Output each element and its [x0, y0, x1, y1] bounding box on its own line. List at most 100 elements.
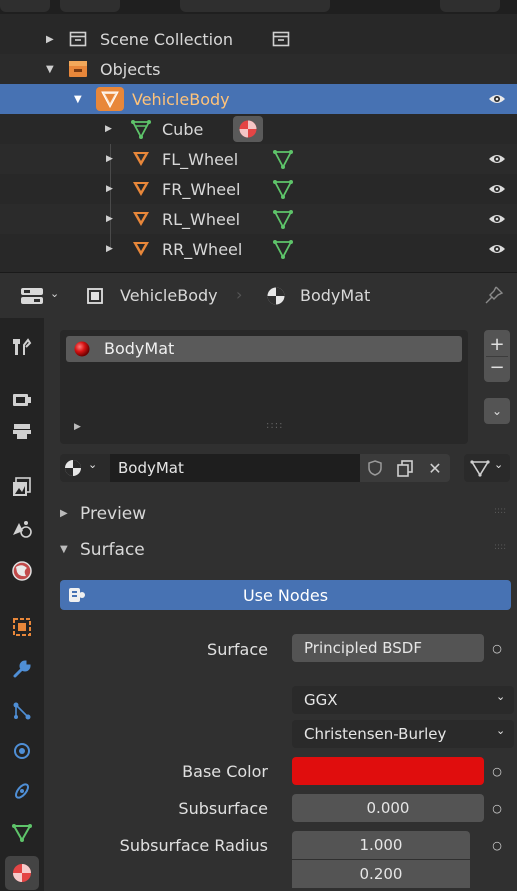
duplicate-material-button[interactable]: [390, 454, 420, 482]
tab-physics[interactable]: [5, 734, 39, 768]
collection-box-icon: [69, 31, 87, 47]
slot-add-remove-buttons: + −: [484, 330, 510, 382]
surface-shader-field[interactable]: Principled BSDF: [292, 634, 484, 662]
visibility-eye-icon[interactable]: [488, 183, 506, 195]
render-camera-icon: [13, 394, 31, 406]
expand-arrow-icon: ▶: [60, 508, 68, 519]
link-socket-icon[interactable]: ○: [486, 794, 508, 822]
expand-arrow-icon[interactable]: ▶: [106, 244, 113, 254]
output-printer-icon: [13, 424, 31, 439]
link-socket-icon[interactable]: ○: [486, 757, 508, 785]
outliner-edge-pill: [60, 0, 120, 12]
slot-specials-button[interactable]: ⌄: [484, 398, 510, 424]
mesh-data-icon[interactable]: [272, 209, 294, 229]
link-socket-icon[interactable]: ○: [486, 831, 508, 859]
material-sphere-icon: [239, 120, 257, 138]
tab-render[interactable]: [5, 382, 39, 416]
collapse-arrow-icon[interactable]: ▼: [74, 94, 82, 105]
link-type-dropdown[interactable]: ⌄: [464, 454, 510, 482]
visibility-eye-icon[interactable]: [488, 213, 506, 225]
visibility-eye-icon[interactable]: [488, 243, 506, 255]
wrench-icon: [13, 660, 31, 678]
panel-title: Preview: [80, 504, 147, 524]
outliner-row-fl-wheel[interactable]: ▶ FL_Wheel: [0, 144, 517, 174]
outliner-row-vehiclebody[interactable]: ▼ VehicleBody: [0, 84, 517, 114]
base-color-label: Base Color: [182, 762, 268, 781]
editor-type-icon[interactable]: [20, 287, 44, 305]
outliner-row-label: FR_Wheel: [162, 179, 241, 199]
tab-world[interactable]: [5, 554, 39, 588]
outliner-row-label: Objects: [100, 59, 161, 79]
add-slot-button[interactable]: +: [489, 334, 504, 356]
unlink-material-button[interactable]: ✕: [420, 454, 450, 482]
outliner-row-label: RR_Wheel: [162, 239, 243, 259]
tab-material[interactable]: [5, 856, 39, 890]
base-color-swatch[interactable]: [292, 757, 484, 785]
material-slot-item[interactable]: BodyMat: [66, 336, 462, 362]
collapse-arrow-icon[interactable]: ▼: [46, 64, 54, 75]
expand-arrow-icon[interactable]: ▶: [46, 34, 54, 45]
tab-modifiers[interactable]: [5, 652, 39, 686]
collection-box-icon[interactable]: [272, 30, 290, 48]
tab-view-layer[interactable]: [5, 470, 39, 504]
drag-grip-icon[interactable]: ::::: [494, 506, 506, 516]
mesh-data-icon[interactable]: [272, 149, 294, 169]
browse-material-button[interactable]: ⌄: [60, 454, 110, 482]
object-icon: [13, 618, 31, 636]
subsurface-method-value: Christensen-Burley: [304, 725, 447, 743]
material-slot-label: BodyMat: [104, 339, 175, 358]
chevron-down-icon: ⌄: [496, 690, 506, 703]
tab-scene[interactable]: [5, 512, 39, 546]
subsurface-slider[interactable]: 0.000: [292, 794, 484, 822]
tab-particles[interactable]: [5, 694, 39, 728]
tab-constraints[interactable]: [5, 774, 39, 808]
material-properties-panel: BodyMat ▶ :::: + − ⌄ ⌄ BodyMat ✕ ⌄ ▶ Pre…: [44, 318, 517, 891]
subsurface-radius-y-field[interactable]: 0.200: [292, 860, 470, 888]
drag-grip-icon[interactable]: ::::: [494, 542, 506, 552]
panel-title: Surface: [80, 540, 145, 560]
subsurface-radius-x-field[interactable]: 1.000: [292, 831, 470, 859]
shield-icon: [368, 460, 382, 476]
tab-object[interactable]: [5, 610, 39, 644]
pin-icon[interactable]: [484, 285, 504, 307]
tab-tool[interactable]: [5, 330, 39, 364]
chevron-down-icon[interactable]: ⌄: [50, 287, 59, 300]
use-nodes-label: Use Nodes: [242, 585, 329, 605]
outliner-row-rl-wheel[interactable]: ▶ RL_Wheel: [0, 204, 517, 234]
distribution-dropdown[interactable]: GGX ⌄: [292, 686, 514, 714]
expand-arrow-icon[interactable]: ▶: [106, 184, 113, 194]
panel-surface-header[interactable]: ▼ Surface ::::: [44, 534, 517, 570]
outliner-row-objects[interactable]: ▼ Objects: [0, 54, 517, 84]
outliner-row-scene-collection[interactable]: ▶ Scene Collection: [0, 24, 517, 54]
fake-user-button[interactable]: [360, 454, 390, 482]
mesh-object-icon: [133, 242, 149, 256]
object-box-icon: [87, 288, 103, 304]
mesh-object-icon: [101, 91, 119, 109]
material-name-field[interactable]: BodyMat: [110, 454, 360, 482]
mesh-data-icon: [470, 460, 490, 477]
tab-output[interactable]: [5, 414, 39, 448]
list-expand-arrow-icon[interactable]: ▶: [74, 422, 81, 432]
outliner-row-rr-wheel[interactable]: ▶ RR_Wheel: [0, 234, 517, 264]
visibility-eye-icon[interactable]: [488, 93, 506, 105]
resize-grip-icon[interactable]: ::::: [266, 420, 283, 431]
subsurface-method-dropdown[interactable]: Christensen-Burley ⌄: [292, 720, 514, 748]
mesh-data-icon: [12, 824, 32, 843]
use-nodes-button[interactable]: Use Nodes: [60, 580, 511, 610]
outliner-row-label: VehicleBody: [132, 89, 230, 109]
visibility-eye-icon[interactable]: [488, 153, 506, 165]
outliner-row-fr-wheel[interactable]: ▶ FR_Wheel: [0, 174, 517, 204]
expand-arrow-icon[interactable]: ▶: [105, 124, 112, 134]
mesh-data-icon[interactable]: [272, 179, 294, 199]
link-socket-icon[interactable]: ○: [486, 634, 508, 662]
expand-arrow-icon[interactable]: ▶: [106, 154, 113, 164]
mesh-data-icon[interactable]: [272, 239, 294, 259]
tab-data[interactable]: [5, 816, 39, 850]
remove-slot-button[interactable]: −: [489, 357, 504, 379]
surface-shader-value: Principled BSDF: [304, 639, 422, 657]
outliner-row-label: Scene Collection: [100, 29, 234, 49]
expand-arrow-icon[interactable]: ▶: [106, 214, 113, 224]
material-slot-list[interactable]: BodyMat ▶ ::::: [60, 330, 468, 444]
outliner-row-cube[interactable]: ▶ Cube: [0, 114, 517, 144]
panel-preview-header[interactable]: ▶ Preview ::::: [44, 498, 517, 534]
